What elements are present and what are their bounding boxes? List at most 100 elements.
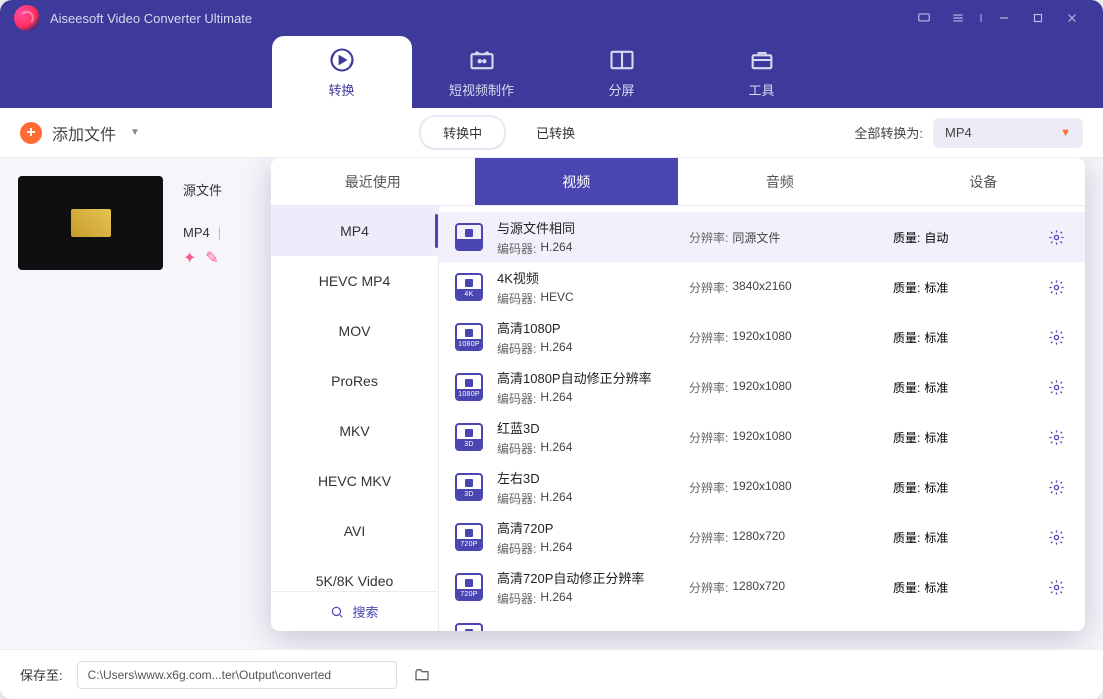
tab-tools-label: 工具 xyxy=(748,80,774,99)
option-title: 4K视频 xyxy=(497,268,675,287)
option-settings-icon[interactable] xyxy=(1043,224,1069,250)
convert-all-to: 全部转换为: MP4 ▼ xyxy=(854,118,1083,148)
split-screen-icon xyxy=(608,46,636,74)
format-badge-icon: 720P xyxy=(455,573,483,601)
format-badge-icon xyxy=(455,223,483,251)
format-option[interactable]: 640P xyxy=(439,612,1085,631)
enhance-icon[interactable]: ✦ ✎ xyxy=(183,248,243,268)
format-option[interactable]: 720P高清720P自动修正分辨率编码器:H.264分辨率:1280x720质量… xyxy=(439,562,1085,612)
format-category[interactable]: MP4 xyxy=(271,206,438,256)
option-settings-icon[interactable] xyxy=(1043,574,1069,600)
format-option[interactable]: 与源文件相同编码器:H.264分辨率:同源文件质量:自动 xyxy=(439,212,1085,262)
convert-icon xyxy=(328,46,356,74)
menu-icon[interactable] xyxy=(941,3,975,33)
save-to-label: 保存至: xyxy=(20,665,63,684)
output-path-field[interactable]: C:\Users\www.x6g.com...ter\Output\conver… xyxy=(77,661,397,689)
title-bar-top: Aiseesoft Video Converter Ultimate xyxy=(0,0,1103,36)
format-category[interactable]: 5K/8K Video xyxy=(271,556,438,591)
tab-convert[interactable]: 转换 xyxy=(272,36,412,108)
tab-converted[interactable]: 已转换 xyxy=(536,123,575,142)
add-file-button[interactable]: + 添加文件 ▼ xyxy=(20,121,140,145)
format-category[interactable]: MOV xyxy=(271,306,438,356)
video-thumbnail[interactable] xyxy=(18,176,163,270)
minimize-button[interactable] xyxy=(987,3,1021,33)
chevron-down-icon: ▼ xyxy=(1060,127,1071,139)
search-icon xyxy=(330,605,344,619)
option-title: 高清720P xyxy=(497,518,675,537)
format-panel: 最近使用 视频 音频 设备 MP4HEVC MP4MOVProResMKVHEV… xyxy=(271,158,1085,631)
format-options-list[interactable]: 与源文件相同编码器:H.264分辨率:同源文件质量:自动4K4K视频编码器:HE… xyxy=(439,206,1085,631)
format-search[interactable]: 搜索 xyxy=(271,591,438,631)
content-area: 源文件 MP4| ✦ ✎ 最近使用 视频 音频 设备 MP4HEVC MP4MO… xyxy=(0,158,1103,649)
format-option[interactable]: 3D左右3D编码器:H.264分辨率:1920x1080质量:标准 xyxy=(439,462,1085,512)
format-option[interactable]: 1080P高清1080P自动修正分辨率编码器:H.264分辨率:1920x108… xyxy=(439,362,1085,412)
convert-all-label: 全部转换为: xyxy=(854,123,923,142)
chevron-down-icon: ▼ xyxy=(130,127,140,138)
tab-converting[interactable]: 转换中 xyxy=(421,117,504,148)
bottom-bar: 保存至: C:\Users\www.x6g.com...ter\Output\c… xyxy=(0,649,1103,699)
option-settings-icon[interactable] xyxy=(1043,424,1069,450)
option-title: 左右3D xyxy=(497,468,675,487)
source-format: MP4| xyxy=(183,225,243,240)
format-option[interactable]: 1080P高清1080P编码器:H.264分辨率:1920x1080质量:标准 xyxy=(439,312,1085,362)
close-button[interactable] xyxy=(1055,3,1089,33)
format-categories: MP4HEVC MP4MOVProResMKVHEVC MKVAVI5K/8K … xyxy=(271,206,439,631)
option-title: 高清1080P自动修正分辨率 xyxy=(497,368,675,387)
app-title: Aiseesoft Video Converter Ultimate xyxy=(50,11,252,26)
option-settings-icon[interactable] xyxy=(1043,374,1069,400)
option-settings-icon[interactable] xyxy=(1043,324,1069,350)
format-category[interactable]: HEVC MP4 xyxy=(271,256,438,306)
plus-icon: + xyxy=(20,122,42,144)
format-select[interactable]: MP4 ▼ xyxy=(933,118,1083,148)
option-title: 640P xyxy=(497,630,675,632)
toolbox-icon xyxy=(748,46,776,74)
app-window: Aiseesoft Video Converter Ultimate 转换 短视… xyxy=(0,0,1103,699)
format-search-label: 搜索 xyxy=(352,602,378,621)
source-file-label: 源文件 xyxy=(183,180,243,199)
add-file-label: 添加文件 xyxy=(52,121,116,145)
format-select-value: MP4 xyxy=(945,125,972,140)
format-category[interactable]: MKV xyxy=(271,406,438,456)
format-badge-icon: 3D xyxy=(455,423,483,451)
format-badge-icon: 720P xyxy=(455,523,483,551)
format-category[interactable]: HEVC MKV xyxy=(271,456,438,506)
short-video-icon xyxy=(468,46,496,74)
tab-short-video[interactable]: 短视频制作 xyxy=(412,36,552,108)
option-settings-icon[interactable] xyxy=(1043,474,1069,500)
browse-folder-icon[interactable] xyxy=(411,664,433,686)
panel-tab-video[interactable]: 视频 xyxy=(475,158,679,205)
format-panel-tabs: 最近使用 视频 音频 设备 xyxy=(271,158,1085,206)
app-logo xyxy=(14,5,40,31)
tab-tools[interactable]: 工具 xyxy=(692,36,832,108)
divider xyxy=(975,3,987,33)
panel-tab-audio[interactable]: 音频 xyxy=(678,158,882,205)
format-option[interactable]: 4K4K视频编码器:HEVC分辨率:3840x2160质量:标准 xyxy=(439,262,1085,312)
convert-state-tabs: 转换中 xyxy=(419,115,506,150)
format-badge-icon: 4K xyxy=(455,273,483,301)
format-badge-icon xyxy=(455,623,483,631)
main-tab-row: 转换 短视频制作 分屏 工具 xyxy=(0,36,1103,108)
title-bar: Aiseesoft Video Converter Ultimate 转换 短视… xyxy=(0,0,1103,108)
tab-split-screen-label: 分屏 xyxy=(608,80,634,99)
tab-short-video-label: 短视频制作 xyxy=(449,80,514,99)
option-settings-icon[interactable] xyxy=(1043,524,1069,550)
feedback-icon[interactable] xyxy=(907,3,941,33)
option-settings-icon[interactable] xyxy=(1043,274,1069,300)
tab-split-screen[interactable]: 分屏 xyxy=(552,36,692,108)
format-category[interactable]: AVI xyxy=(271,506,438,556)
option-title: 与源文件相同 xyxy=(497,218,675,237)
format-option[interactable]: 720P高清720P编码器:H.264分辨率:1280x720质量:标准 xyxy=(439,512,1085,562)
format-badge-icon: 1080P xyxy=(455,323,483,351)
format-badge-icon: 1080P xyxy=(455,373,483,401)
format-category[interactable]: ProRes xyxy=(271,356,438,406)
toolbar: + 添加文件 ▼ 转换中 已转换 全部转换为: MP4 ▼ xyxy=(0,108,1103,158)
panel-tab-recent[interactable]: 最近使用 xyxy=(271,158,475,205)
panel-tab-device[interactable]: 设备 xyxy=(882,158,1086,205)
maximize-button[interactable] xyxy=(1021,3,1055,33)
tab-convert-label: 转换 xyxy=(328,80,354,99)
option-title: 红蓝3D xyxy=(497,418,675,437)
option-title: 高清1080P xyxy=(497,318,675,337)
option-title: 高清720P自动修正分辨率 xyxy=(497,568,675,587)
format-badge-icon: 3D xyxy=(455,473,483,501)
format-option[interactable]: 3D红蓝3D编码器:H.264分辨率:1920x1080质量:标准 xyxy=(439,412,1085,462)
